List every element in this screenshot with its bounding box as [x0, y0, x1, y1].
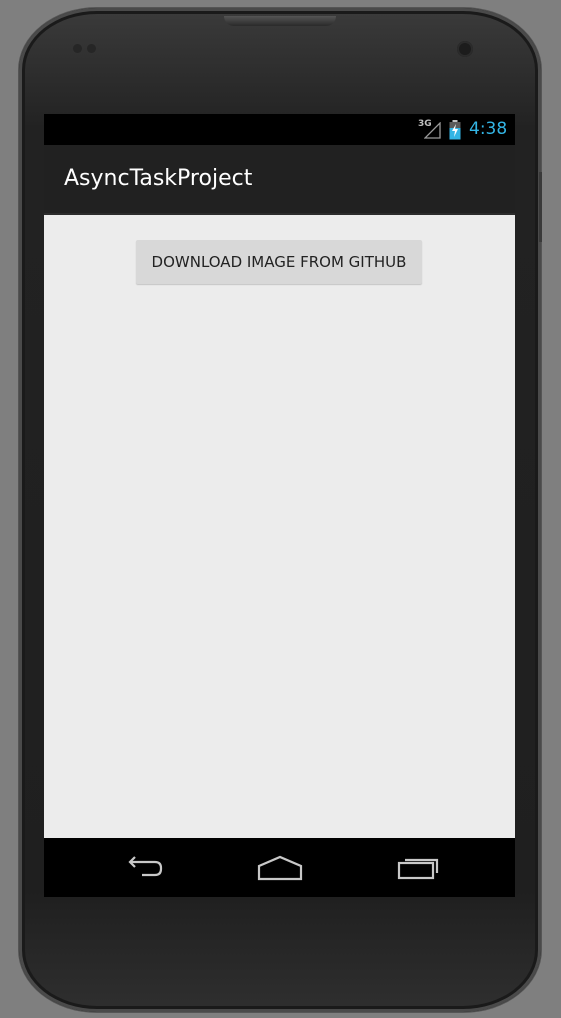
light-sensor: [87, 44, 96, 53]
recent-apps-button[interactable]: [340, 838, 497, 897]
power-button[interactable]: [539, 172, 542, 242]
back-icon: [127, 855, 162, 876]
screen: 3G 4:38 AsyncTaskProject DOWNLOAD IMAGE …: [44, 114, 515, 897]
app-title: AsyncTaskProject: [64, 166, 253, 191]
navigation-bar: [44, 838, 515, 897]
back-button[interactable]: [64, 838, 221, 897]
recent-apps-icon: [397, 858, 438, 879]
action-bar: AsyncTaskProject: [44, 145, 515, 215]
home-icon: [257, 855, 302, 880]
earpiece-speaker: [224, 16, 336, 26]
front-camera: [457, 41, 473, 57]
main-content: DOWNLOAD IMAGE FROM GITHUB: [44, 215, 515, 838]
clock: 4:38: [469, 119, 508, 139]
signal-icon: [424, 122, 441, 139]
home-button[interactable]: [201, 838, 358, 897]
status-bar: 3G 4:38: [44, 114, 515, 145]
proximity-sensor: [73, 44, 82, 53]
download-image-button[interactable]: DOWNLOAD IMAGE FROM GITHUB: [136, 240, 422, 284]
battery-charging-icon: [449, 120, 461, 140]
